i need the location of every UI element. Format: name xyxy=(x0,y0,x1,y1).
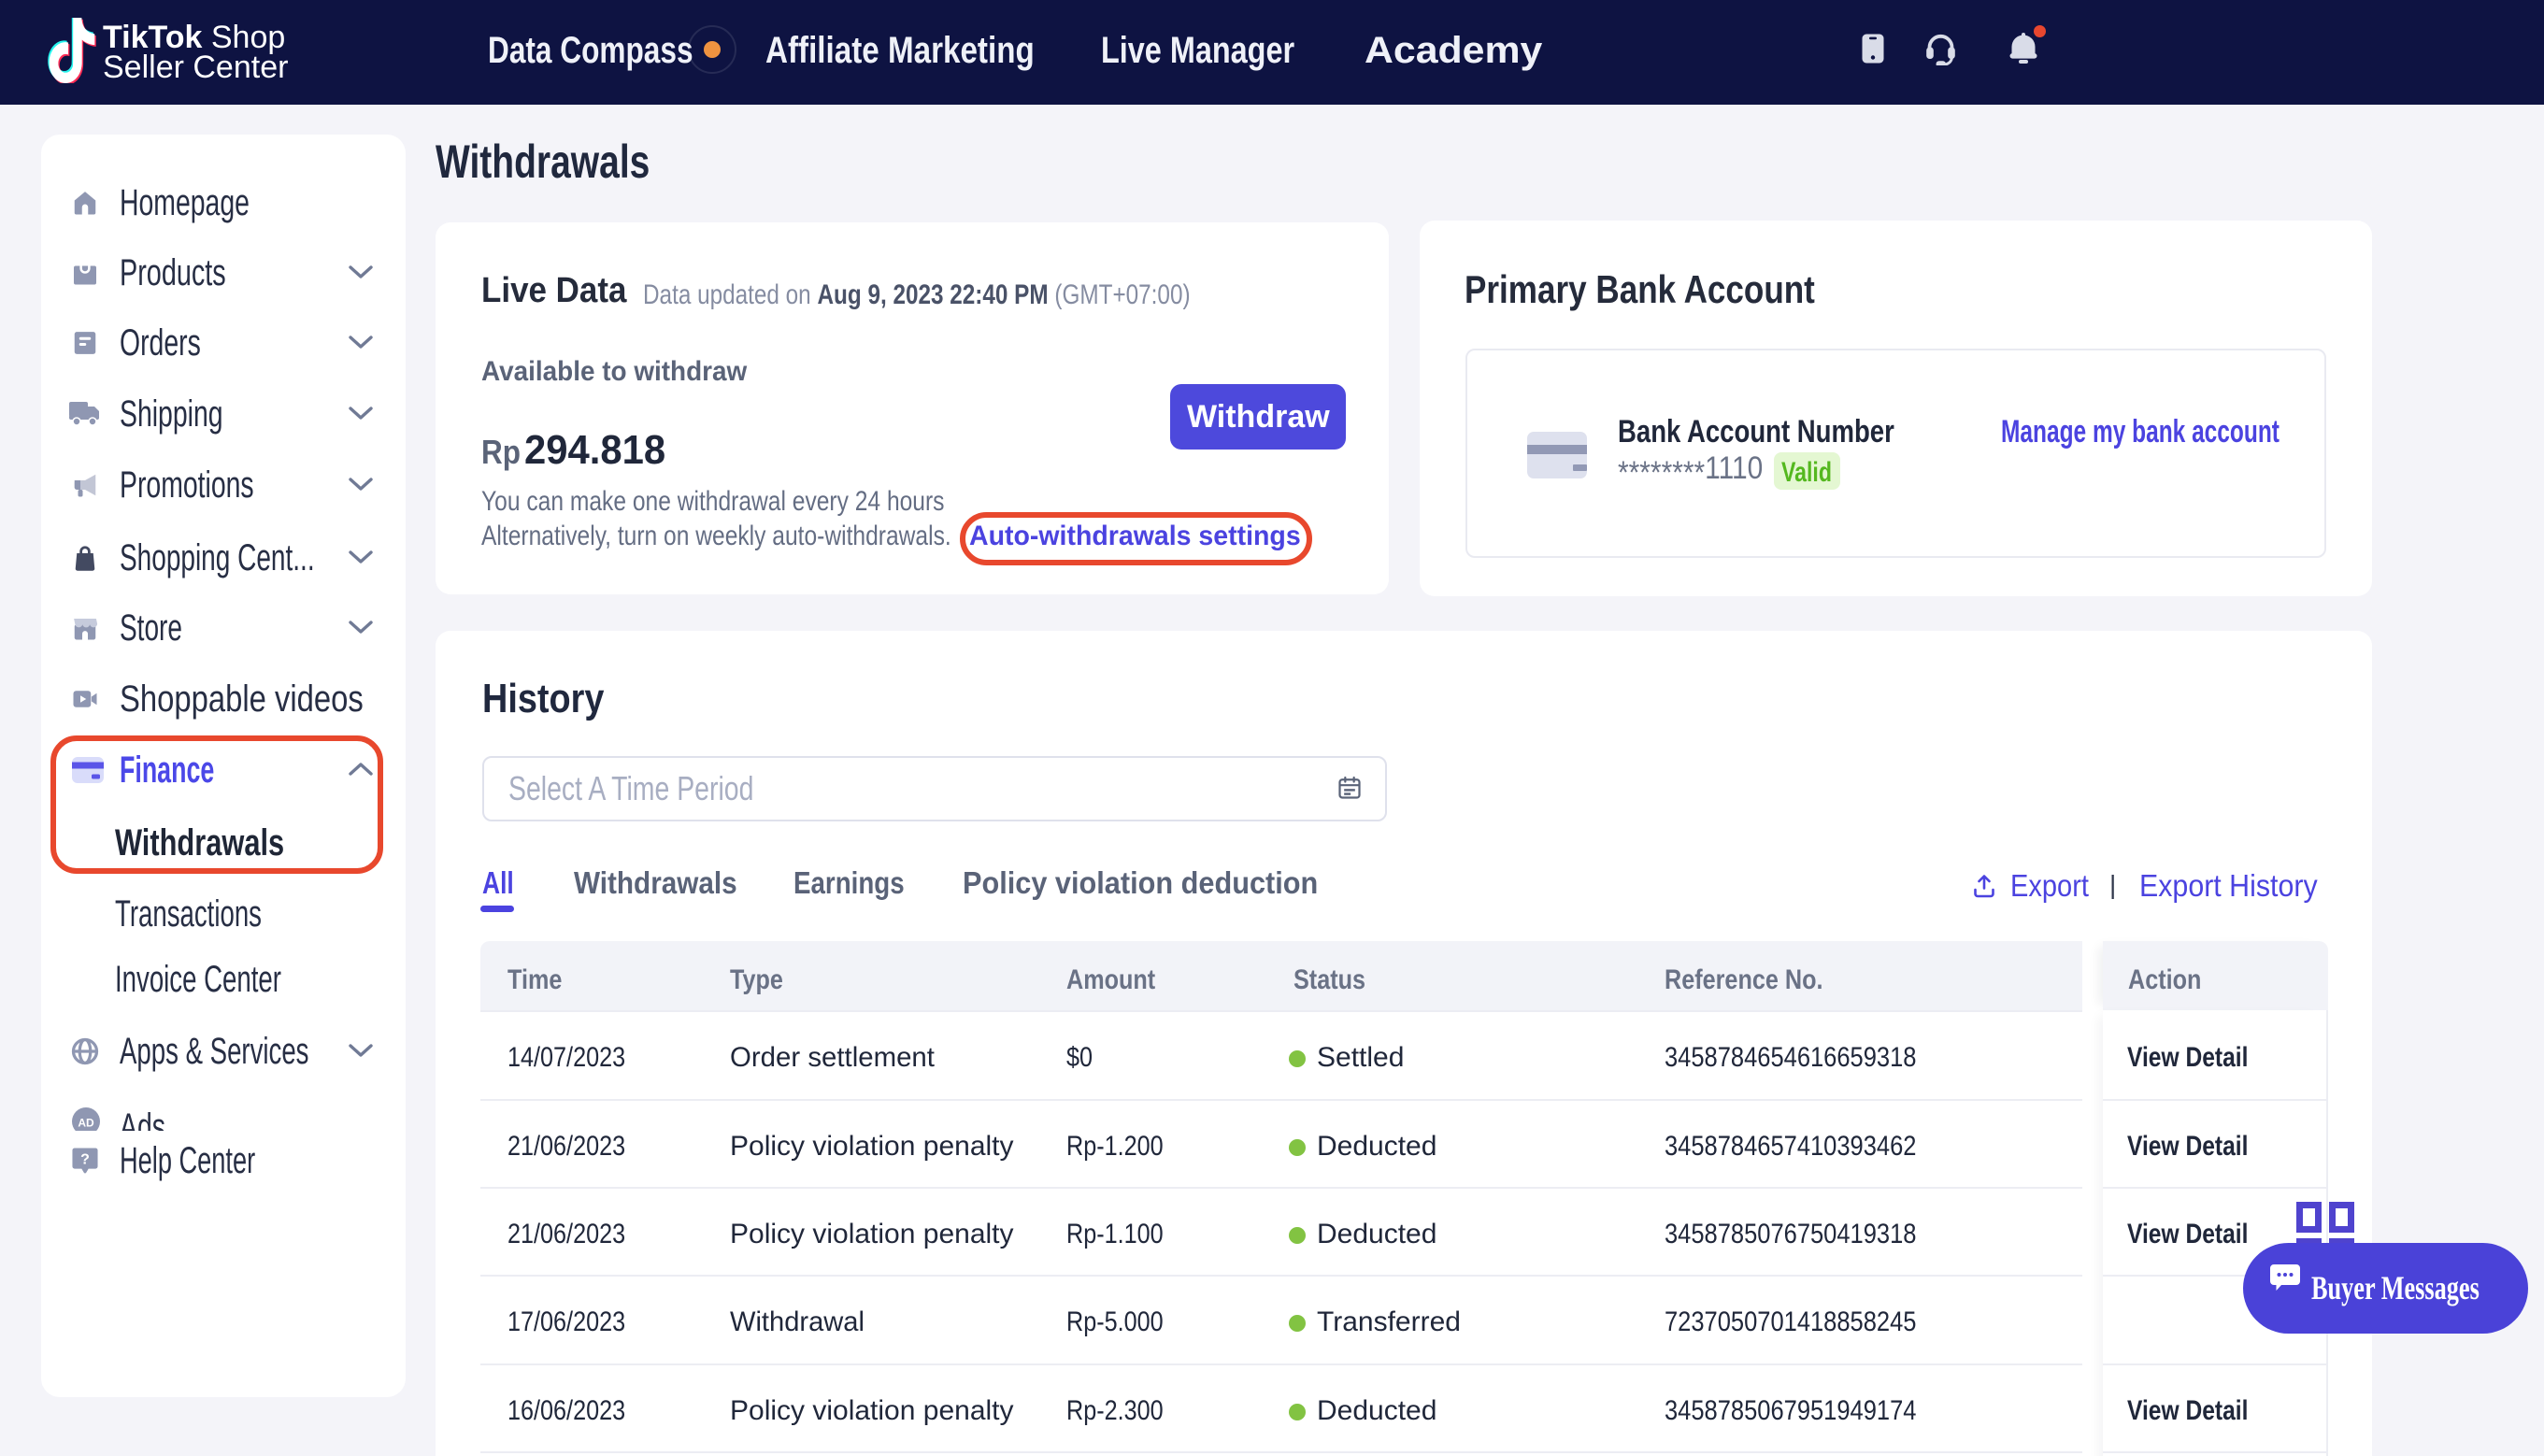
svg-text:AD: AD xyxy=(78,1117,94,1130)
svg-text:?: ? xyxy=(80,1152,90,1168)
